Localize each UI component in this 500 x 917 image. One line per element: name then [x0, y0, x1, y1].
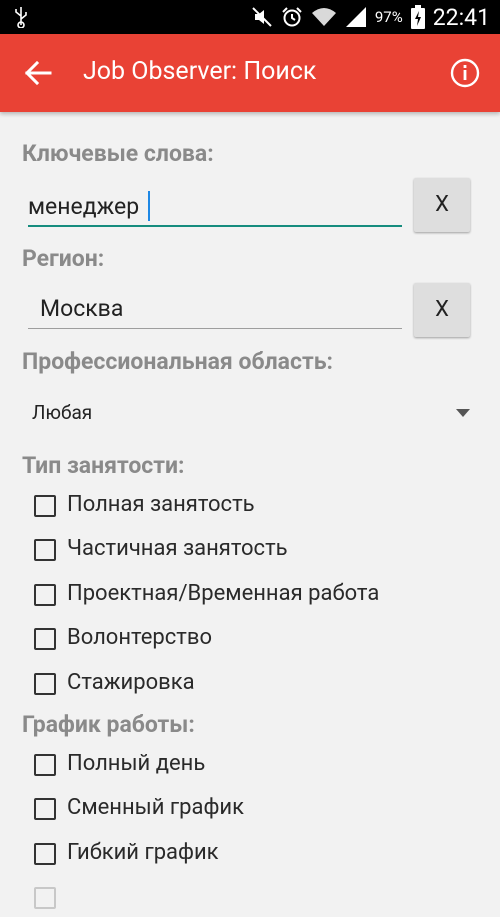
professional-area-selected: Любая	[32, 401, 93, 424]
professional-area-dropdown[interactable]: Любая	[22, 390, 480, 434]
battery-percent: 97%	[374, 8, 403, 26]
checkbox-icon[interactable]	[34, 539, 56, 561]
status-bar: 97% 22:41	[0, 0, 500, 34]
checkbox-icon[interactable]	[34, 798, 56, 820]
keywords-label: Ключевые слова:	[22, 140, 214, 167]
employment-type-label: Тип занятости:	[22, 452, 185, 479]
keywords-underline	[28, 225, 402, 227]
clock: 22:41	[432, 3, 490, 31]
signal-icon	[345, 7, 366, 27]
wifi-icon	[311, 8, 336, 26]
keywords-value: менеджер	[28, 193, 140, 220]
checkbox-icon[interactable]	[34, 673, 56, 695]
checkbox-icon[interactable]	[34, 495, 56, 517]
checkbox-label: Полная занятость	[67, 492, 255, 517]
checkbox-label: Проектная/Временная работа	[67, 581, 380, 606]
checkbox-label: Гибкий график	[67, 840, 219, 865]
region-label: Регион:	[22, 245, 105, 272]
checkbox-icon[interactable]	[34, 628, 56, 650]
usb-icon	[15, 7, 27, 28]
info-icon[interactable]	[450, 58, 480, 88]
clear-region-button[interactable]: X	[414, 283, 470, 337]
schedule-label: График работы:	[22, 711, 195, 738]
checkbox-label: Частичная занятость	[67, 536, 288, 561]
page-title: Job Observer: Поиск	[83, 57, 317, 86]
region-value: Москва	[40, 295, 124, 322]
region-input[interactable]: Москва	[28, 289, 402, 329]
checkbox-label: Полный день	[67, 751, 206, 776]
checkbox-label: Волонтерство	[67, 625, 212, 650]
region-underline	[28, 328, 402, 329]
checkbox-label: Сменный график	[67, 795, 245, 820]
checkbox-label: Стажировка	[67, 670, 195, 695]
checkbox-icon[interactable]	[34, 754, 56, 776]
checkbox-icon[interactable]	[34, 843, 56, 865]
text-cursor	[148, 191, 150, 221]
alarm-icon	[282, 7, 302, 27]
battery-icon	[410, 5, 425, 29]
keywords-input[interactable]: менеджер	[28, 187, 402, 227]
mute-icon	[252, 7, 272, 27]
clear-keywords-button[interactable]: X	[414, 178, 470, 232]
dropdown-arrow-icon	[456, 409, 470, 417]
checkbox-icon[interactable]	[34, 887, 56, 909]
app-bar: Job Observer: Поиск	[0, 34, 500, 112]
checkbox-icon[interactable]	[34, 584, 56, 606]
professional-area-label: Профессиональная область:	[22, 348, 334, 375]
back-arrow-icon[interactable]	[24, 59, 52, 87]
